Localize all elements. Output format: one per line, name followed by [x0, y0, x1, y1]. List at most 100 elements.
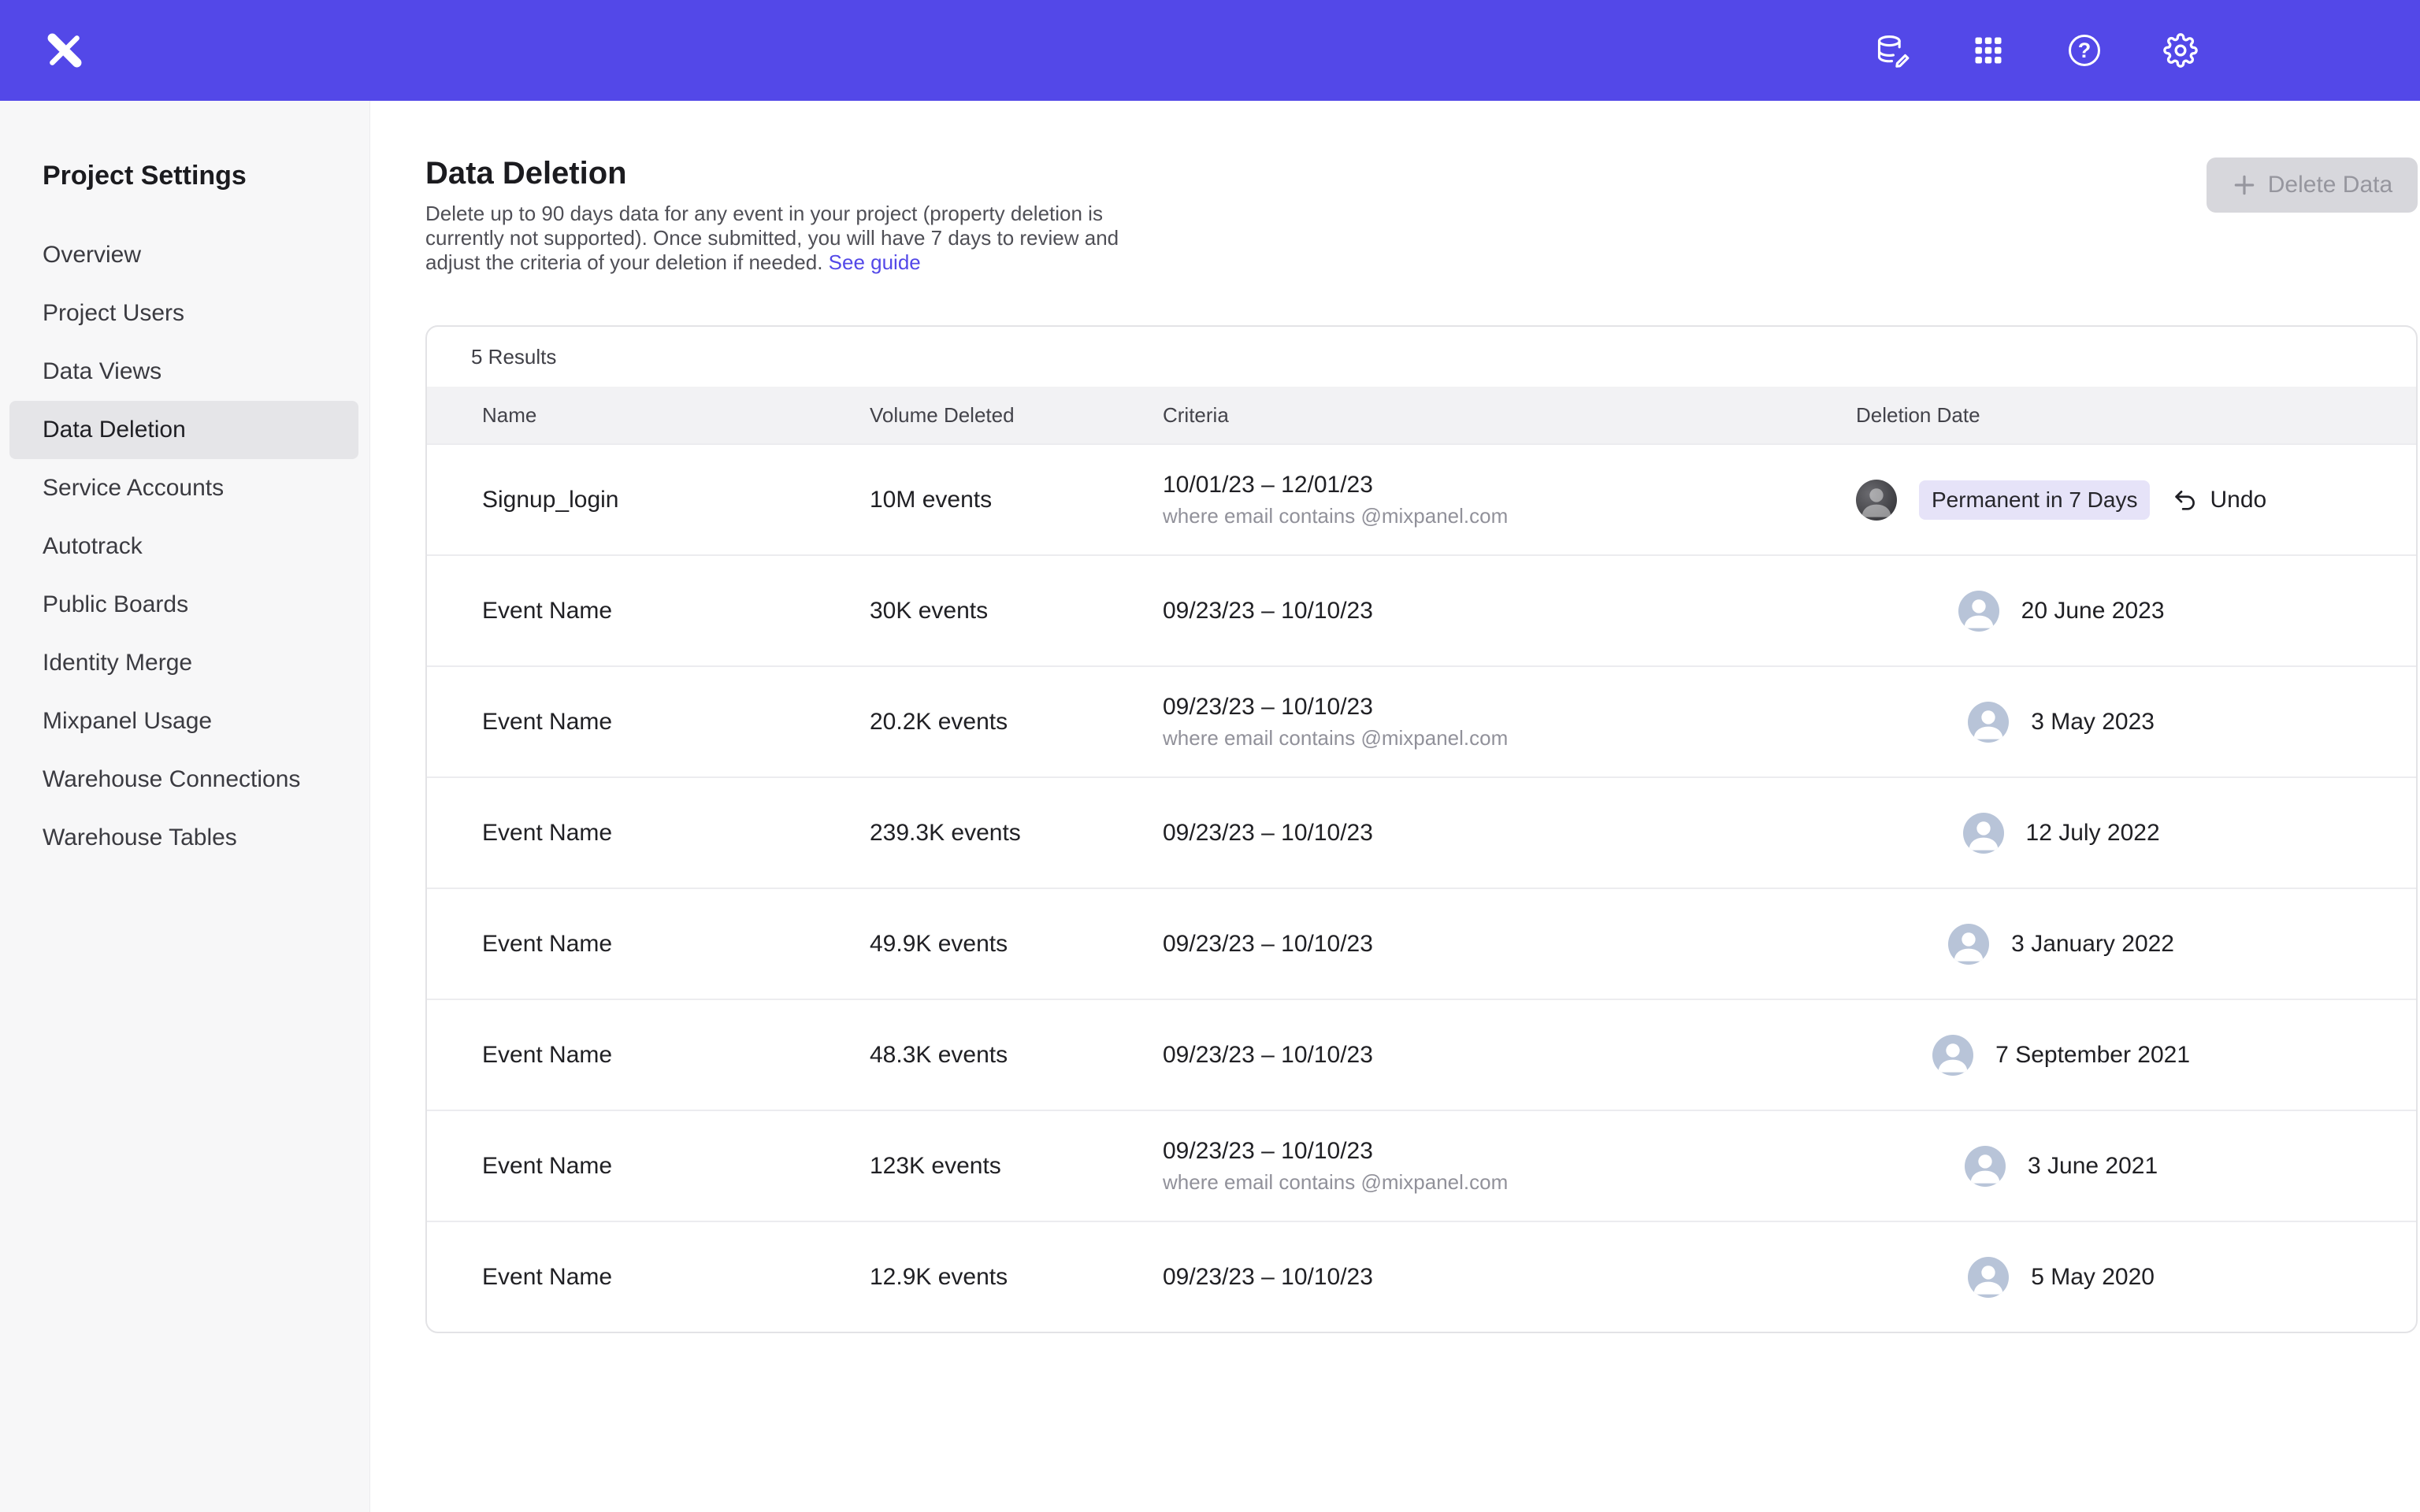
user-avatar	[1948, 924, 1989, 965]
sidebar-item-data-views[interactable]: Data Views	[0, 343, 358, 401]
deletion-date: 20 June 2023	[2021, 598, 2165, 624]
undo-button[interactable]: Undo	[2172, 487, 2266, 513]
column-header-criteria: Criteria	[1163, 403, 1856, 428]
row-volume-cell: 49.9K events	[870, 931, 1163, 958]
table-row: Event Name 20.2K events 09/23/23 – 10/10…	[427, 665, 2416, 776]
sidebar-nav-list: Overview Project Users Data Views Data D…	[0, 226, 369, 867]
delete-data-button[interactable]: Delete Data	[2207, 158, 2418, 213]
person-icon	[1932, 1035, 1973, 1076]
sidebar-item-label: Identity Merge	[43, 650, 192, 676]
row-name: Event Name	[482, 1153, 612, 1180]
deletion-date: 3 January 2022	[2011, 931, 2174, 958]
row-name: Event Name	[482, 709, 612, 736]
table-header-row: Name Volume Deleted Criteria Deletion Da…	[427, 387, 2416, 443]
row-deletion-cell: 3 May 2023	[1856, 702, 2416, 743]
row-name: Event Name	[482, 1042, 612, 1069]
user-avatar	[1958, 591, 1999, 632]
user-avatar	[1963, 813, 2004, 854]
row-deletion-cell: 5 May 2020	[1856, 1257, 2416, 1298]
sidebar-item-warehouse-tables[interactable]: Warehouse Tables	[0, 809, 358, 867]
row-criteria-detail: where email contains @mixpanel.com	[1163, 726, 1508, 750]
sidebar: Project Settings Overview Project Users …	[0, 101, 370, 1512]
sidebar-item-public-boards[interactable]: Public Boards	[0, 576, 358, 634]
sidebar-item-label: Data Deletion	[43, 417, 186, 443]
row-criteria: 09/23/23 – 10/10/23	[1163, 1264, 1373, 1291]
sidebar-item-label: Project Users	[43, 300, 184, 327]
row-deletion-cell: 20 June 2023	[1856, 591, 2416, 632]
row-criteria: 09/23/23 – 10/10/23	[1163, 1138, 1373, 1165]
mixpanel-logo[interactable]	[44, 30, 85, 71]
see-guide-link[interactable]: See guide	[829, 250, 921, 274]
row-volume: 20.2K events	[870, 709, 1008, 736]
row-volume: 48.3K events	[870, 1042, 1008, 1069]
row-name: Event Name	[482, 598, 612, 624]
row-criteria: 09/23/23 – 10/10/23	[1163, 820, 1373, 847]
row-criteria: 09/23/23 – 10/10/23	[1163, 694, 1373, 721]
topbar-icons: ?	[1873, 32, 2199, 69]
plus-icon	[2232, 172, 2257, 198]
row-criteria-cell: 09/23/23 – 10/10/23	[1163, 820, 1856, 847]
row-name-cell: Event Name	[482, 598, 870, 624]
sidebar-item-data-deletion[interactable]: Data Deletion	[9, 401, 358, 459]
row-volume: 30K events	[870, 598, 988, 624]
sidebar-item-mixpanel-usage[interactable]: Mixpanel Usage	[0, 692, 358, 750]
row-criteria: 09/23/23 – 10/10/23	[1163, 1042, 1373, 1069]
row-criteria: 10/01/23 – 12/01/23	[1163, 472, 1373, 498]
data-management-icon[interactable]	[1873, 32, 1911, 69]
row-criteria-cell: 09/23/23 – 10/10/23	[1163, 1042, 1856, 1069]
column-header-name: Name	[482, 403, 870, 428]
user-avatar	[1968, 702, 2009, 743]
sidebar-item-label: Data Views	[43, 358, 161, 385]
undo-icon	[2172, 487, 2199, 513]
person-icon	[1856, 480, 1897, 521]
row-volume: 10M events	[870, 487, 992, 513]
person-icon	[1958, 591, 1999, 632]
table-row: Event Name 30K events 09/23/23 – 10/10/2…	[427, 554, 2416, 665]
row-criteria-detail: where email contains @mixpanel.com	[1163, 504, 1508, 528]
row-criteria: 09/23/23 – 10/10/23	[1163, 598, 1373, 624]
apps-grid-icon[interactable]	[1969, 32, 2007, 69]
row-criteria-cell: 09/23/23 – 10/10/23 where email contains…	[1163, 694, 1856, 750]
row-volume-cell: 48.3K events	[870, 1042, 1163, 1069]
row-volume-cell: 123K events	[870, 1153, 1163, 1180]
topbar: ?	[0, 0, 2420, 101]
results-count: 5 Results	[427, 327, 2416, 387]
sidebar-item-label: Warehouse Tables	[43, 825, 237, 851]
table-row: Signup_login 10M events 10/01/23 – 12/01…	[427, 443, 2416, 554]
sidebar-item-project-users[interactable]: Project Users	[0, 284, 358, 343]
help-icon[interactable]: ?	[2066, 32, 2103, 69]
row-name-cell: Event Name	[482, 1264, 870, 1291]
question-mark: ?	[2069, 35, 2100, 66]
deletion-table-card: 5 Results Name Volume Deleted Criteria D…	[425, 325, 2418, 1333]
sidebar-item-identity-merge[interactable]: Identity Merge	[0, 634, 358, 692]
status-badge: Permanent in 7 Days	[1919, 480, 2150, 520]
row-criteria-detail: where email contains @mixpanel.com	[1163, 1170, 1508, 1195]
person-icon	[1968, 1257, 2009, 1298]
row-criteria-cell: 09/23/23 – 10/10/23	[1163, 1264, 1856, 1291]
row-name-cell: Event Name	[482, 931, 870, 958]
row-name-cell: Event Name	[482, 820, 870, 847]
sidebar-item-autotrack[interactable]: Autotrack	[0, 517, 358, 576]
row-name: Event Name	[482, 820, 612, 847]
settings-gear-icon[interactable]	[2162, 32, 2199, 69]
row-name-cell: Event Name	[482, 1042, 870, 1069]
user-avatar	[1968, 1257, 2009, 1298]
column-header-volume: Volume Deleted	[870, 403, 1163, 428]
sidebar-item-warehouse-connections[interactable]: Warehouse Connections	[0, 750, 358, 809]
user-avatar	[1965, 1146, 2006, 1187]
deletion-date: 3 June 2021	[2028, 1153, 2158, 1180]
row-volume: 123K events	[870, 1153, 1001, 1180]
row-criteria-cell: 09/23/23 – 10/10/23 where email contains…	[1163, 1138, 1856, 1195]
sidebar-item-label: Mixpanel Usage	[43, 708, 212, 735]
table-row: Event Name 239.3K events 09/23/23 – 10/1…	[427, 776, 2416, 888]
deletion-date: 3 May 2023	[2031, 709, 2155, 736]
table-row: Event Name 123K events 09/23/23 – 10/10/…	[427, 1110, 2416, 1221]
table-body: Signup_login 10M events 10/01/23 – 12/01…	[427, 443, 2416, 1332]
delete-data-label: Delete Data	[2268, 172, 2392, 198]
deletion-date: 5 May 2020	[2031, 1264, 2155, 1291]
sidebar-item-label: Overview	[43, 242, 141, 269]
sidebar-item-service-accounts[interactable]: Service Accounts	[0, 459, 358, 517]
page-title: Data Deletion	[425, 154, 1142, 192]
sidebar-item-overview[interactable]: Overview	[0, 226, 358, 284]
main-header: Data Deletion Delete up to 90 days data …	[425, 154, 2418, 275]
